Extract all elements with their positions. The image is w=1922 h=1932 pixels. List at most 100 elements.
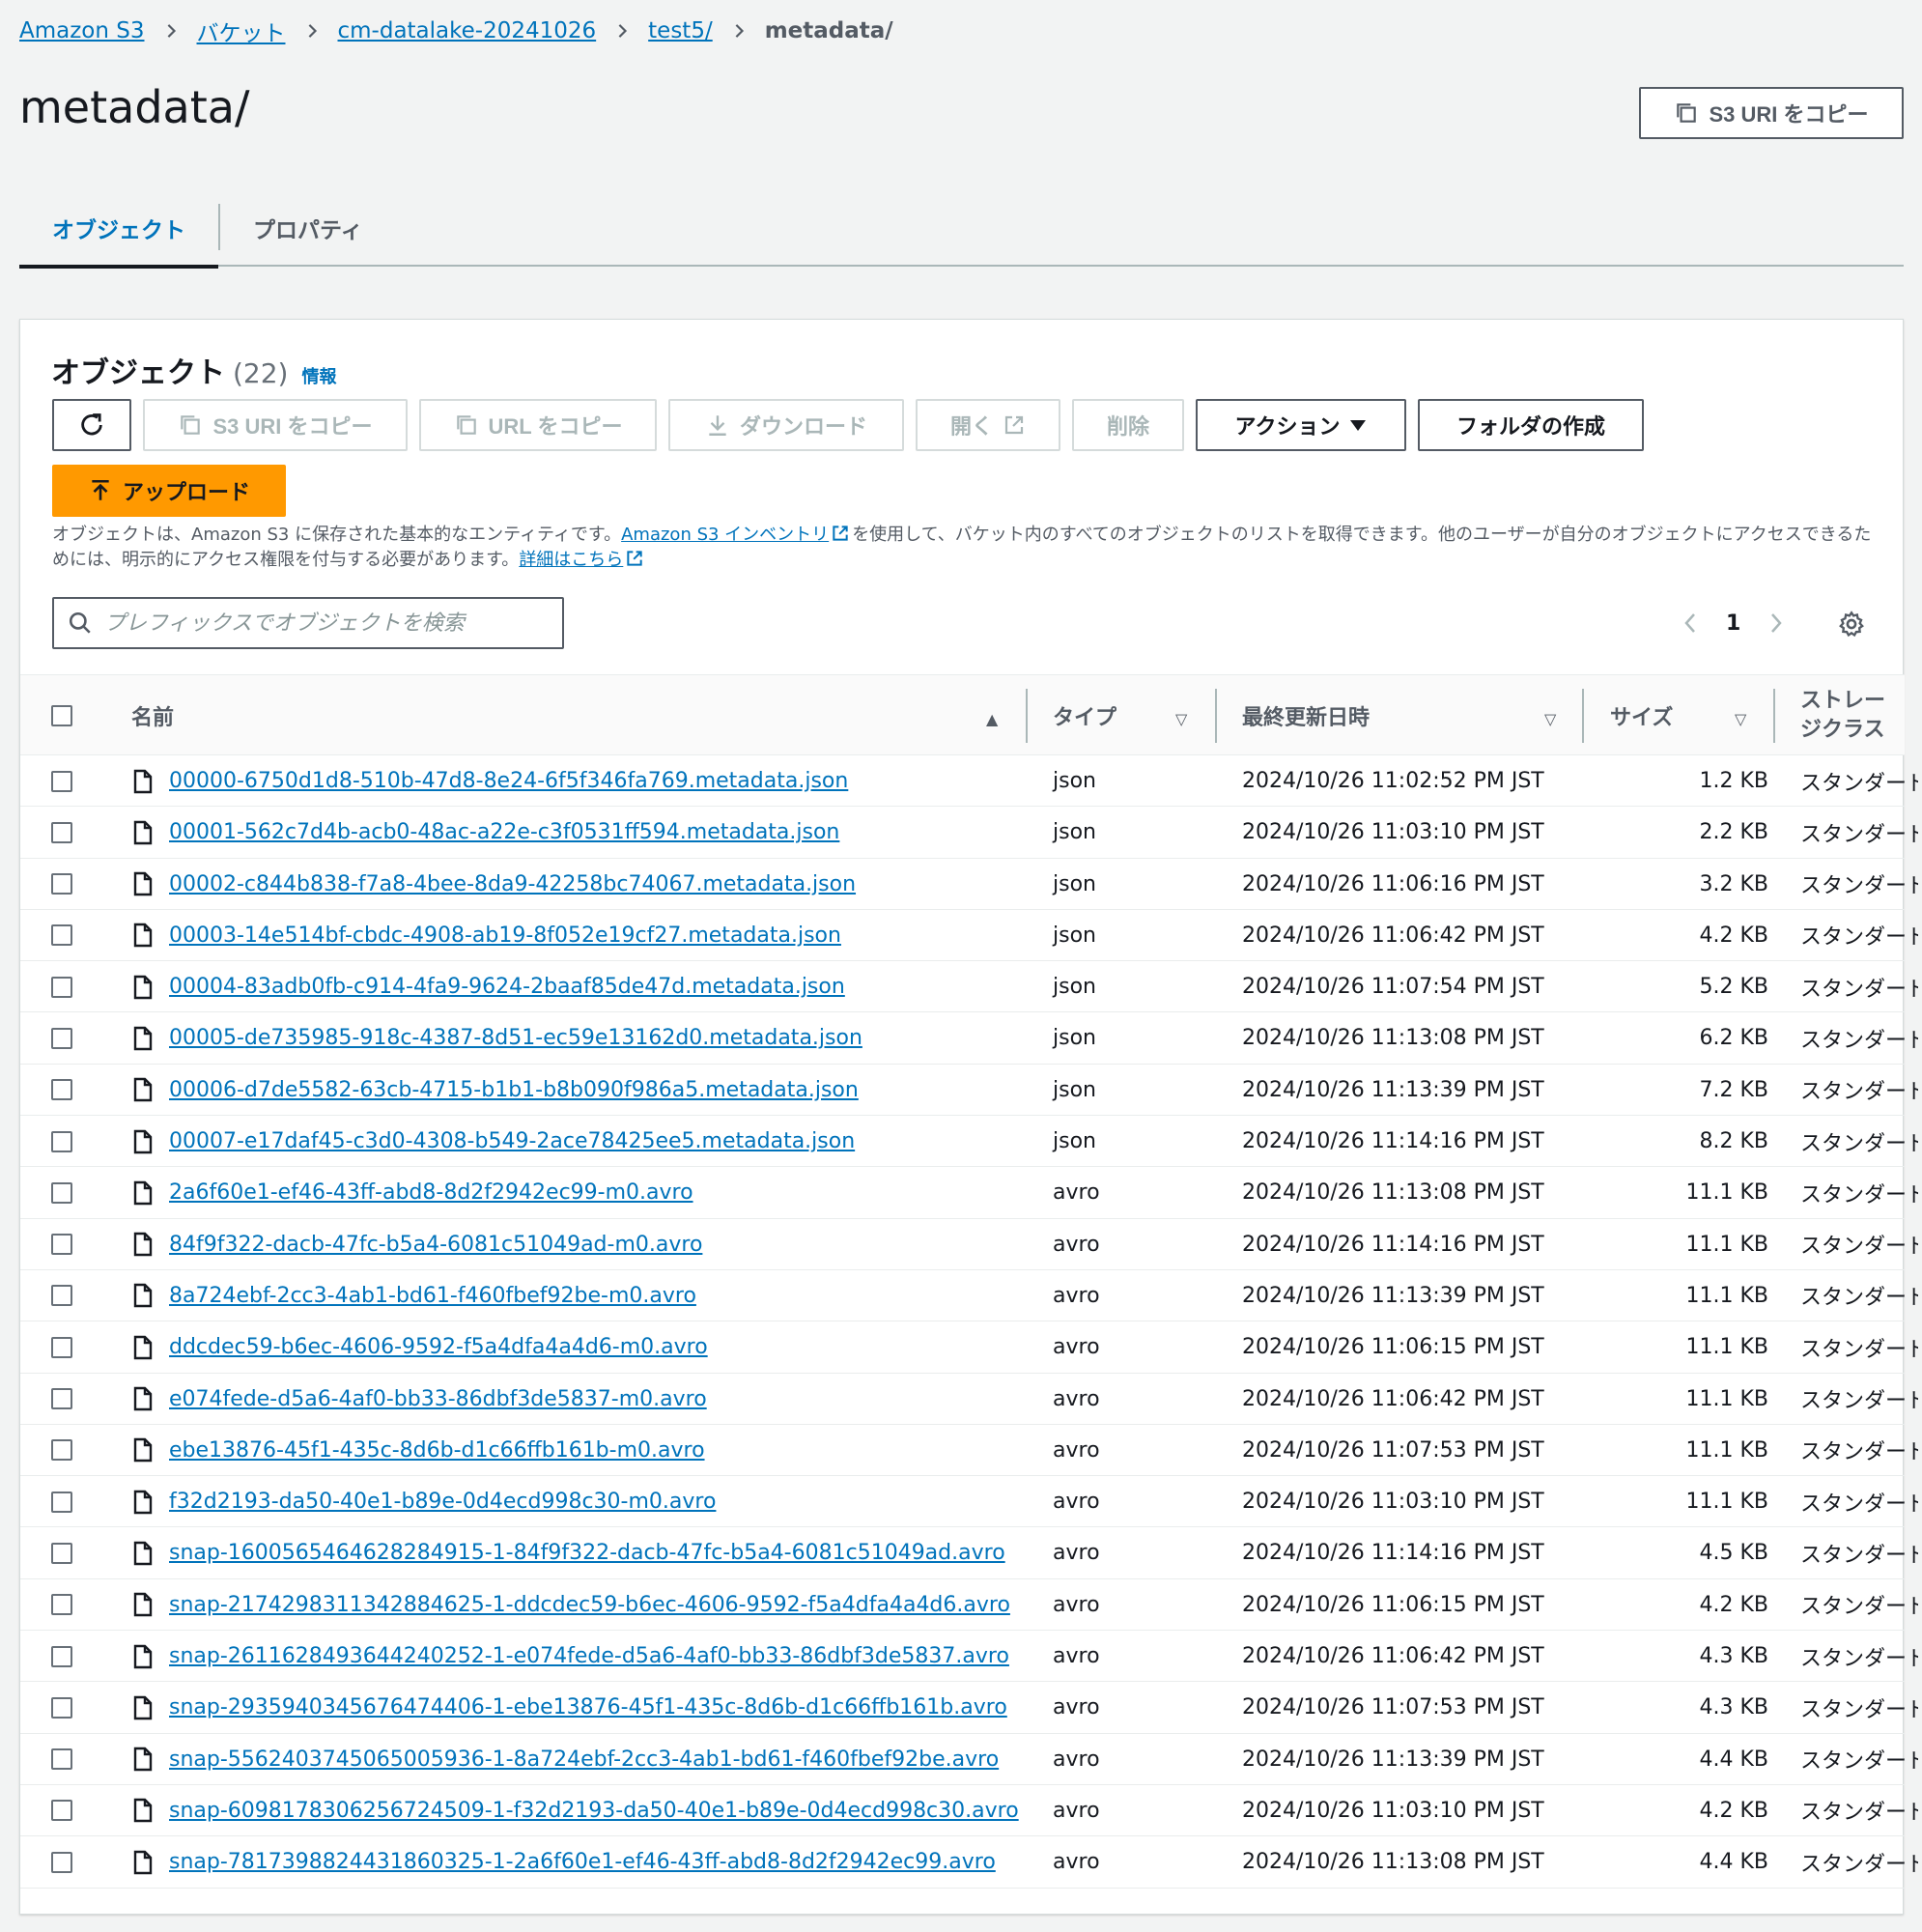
row-checkbox[interactable] — [51, 1542, 72, 1564]
object-name-link[interactable]: 00007-e17daf45-c3d0-4308-b549-2ace78425e… — [169, 1129, 855, 1153]
table-row[interactable]: snap-5562403745065005936-1-8a724ebf-2cc3… — [20, 1734, 1918, 1785]
upload-button[interactable]: アップロード — [52, 465, 286, 517]
row-checkbox[interactable] — [51, 976, 72, 998]
info-link[interactable]: 情報 — [301, 363, 336, 388]
row-checkbox[interactable] — [51, 1336, 72, 1358]
row-checkbox[interactable] — [51, 1079, 72, 1101]
row-checkbox[interactable] — [51, 1645, 72, 1667]
object-name-link[interactable]: snap-2611628493644240252-1-e074fede-d5a6… — [169, 1644, 1009, 1668]
row-checkbox[interactable] — [51, 1491, 72, 1513]
s3-inventory-link[interactable]: Amazon S3 インベントリ — [621, 525, 829, 545]
column-header-storage-class[interactable]: ストレー ジクラス — [1800, 675, 1885, 756]
create-folder-button[interactable]: フォルダの作成 — [1418, 399, 1644, 451]
table-row[interactable]: snap-6098178306256724509-1-f32d2193-da50… — [20, 1785, 1918, 1837]
table-row[interactable]: 00005-de735985-918c-4387-8d51-ec59e13162… — [20, 1012, 1918, 1065]
row-checkbox[interactable] — [51, 1130, 72, 1152]
copy-url-button[interactable]: URL をコピー — [419, 399, 657, 451]
refresh-button[interactable] — [52, 399, 131, 451]
copy-s3-uri-toolbar-button[interactable]: S3 URI をコピー — [143, 399, 408, 451]
object-name-link[interactable]: f32d2193-da50-40e1-b89e-0d4ecd998c30-m0.… — [169, 1490, 716, 1514]
row-checkbox[interactable] — [51, 1388, 72, 1410]
object-name-link[interactable]: 00000-6750d1d8-510b-47d8-8e24-6f5f346fa7… — [169, 769, 848, 793]
row-checkbox[interactable] — [51, 924, 72, 947]
column-header-type[interactable]: タイプ — [1053, 675, 1116, 756]
table-row[interactable]: 2a6f60e1-ef46-43ff-abd8-8d2f2942ec99-m0.… — [20, 1167, 1918, 1219]
table-row[interactable]: 00004-83adb0fb-c914-4fa9-9624-2baaf85de4… — [20, 961, 1918, 1013]
table-row[interactable]: e074fede-d5a6-4af0-bb33-86dbf3de5837-m0.… — [20, 1374, 1918, 1425]
object-name-link[interactable]: snap-2935940345676474406-1-ebe13876-45f1… — [169, 1695, 1007, 1719]
sort-ascending-icon[interactable]: ▲ — [986, 710, 998, 728]
row-checkbox[interactable] — [51, 1851, 72, 1873]
table-row[interactable]: snap-2611628493644240252-1-e074fede-d5a6… — [20, 1631, 1918, 1683]
gear-icon[interactable] — [1838, 611, 1865, 638]
tab-objects[interactable]: オブジェクト — [19, 189, 218, 269]
chevron-left-icon[interactable] — [1682, 612, 1699, 634]
object-name-link[interactable]: snap-2174298311342884625-1-ddcdec59-b6ec… — [169, 1593, 1010, 1617]
object-name-link[interactable]: snap-7817398824431860325-1-2a6f60e1-ef46… — [169, 1850, 996, 1874]
row-checkbox[interactable] — [51, 1027, 72, 1049]
row-checkbox[interactable] — [51, 1234, 72, 1256]
object-name-link[interactable]: 00001-562c7d4b-acb0-48ac-a22e-c3f0531ff5… — [169, 820, 839, 844]
table-row[interactable]: snap-2174298311342884625-1-ddcdec59-b6ec… — [20, 1579, 1918, 1632]
table-row[interactable]: 8a724ebf-2cc3-4ab1-bd61-f460fbef92be-m0.… — [20, 1270, 1918, 1322]
select-all-checkbox[interactable] — [51, 705, 72, 726]
learn-more-link[interactable]: 詳細はこちら — [519, 550, 623, 570]
row-checkbox[interactable] — [51, 1748, 72, 1771]
breadcrumb-amazon-s3[interactable]: Amazon S3 — [19, 18, 145, 43]
table-row[interactable]: 00000-6750d1d8-510b-47d8-8e24-6f5f346fa7… — [20, 755, 1918, 808]
row-checkbox[interactable] — [51, 1594, 72, 1616]
table-row[interactable]: 00003-14e514bf-cbdc-4908-ab19-8f052e19cf… — [20, 910, 1918, 962]
table-row[interactable]: 84f9f322-dacb-47fc-b5a4-6081c51049ad-m0.… — [20, 1219, 1918, 1270]
object-name-link[interactable]: 00003-14e514bf-cbdc-4908-ab19-8f052e19cf… — [169, 923, 841, 948]
row-checkbox[interactable] — [51, 873, 72, 895]
object-name-link[interactable]: ebe13876-45f1-435c-8d6b-d1c66ffb161b-m0.… — [169, 1438, 705, 1463]
table-row[interactable]: ddcdec59-b6ec-4606-9592-f5a4dfa4a4d6-m0.… — [20, 1321, 1918, 1374]
row-checkbox[interactable] — [51, 1696, 72, 1719]
sort-icon[interactable]: ▽ — [1544, 710, 1556, 728]
sort-icon[interactable]: ▽ — [1735, 710, 1746, 728]
actions-dropdown[interactable]: アクション — [1196, 399, 1406, 451]
row-checkbox[interactable] — [51, 770, 72, 792]
object-name-link[interactable]: snap-5562403745065005936-1-8a724ebf-2cc3… — [169, 1747, 999, 1772]
table-row[interactable]: 00007-e17daf45-c3d0-4308-b549-2ace78425e… — [20, 1116, 1918, 1168]
table-row[interactable]: 00002-c844b838-f7a8-4bee-8da9-42258bc740… — [20, 859, 1918, 910]
row-checkbox[interactable] — [51, 1439, 72, 1462]
copy-s3-uri-button[interactable]: S3 URI をコピー — [1639, 87, 1904, 139]
object-name-link[interactable]: snap-6098178306256724509-1-f32d2193-da50… — [169, 1799, 1019, 1823]
row-checkbox[interactable] — [51, 1800, 72, 1822]
open-button[interactable]: 開く — [916, 399, 1060, 451]
object-name-link[interactable]: 2a6f60e1-ef46-43ff-abd8-8d2f2942ec99-m0.… — [169, 1180, 693, 1205]
row-checkbox[interactable] — [51, 821, 72, 843]
breadcrumb-bucket[interactable]: cm-datalake-20241026 — [338, 18, 597, 43]
object-name-link[interactable]: snap-1600565464628284915-1-84f9f322-dacb… — [169, 1541, 1005, 1565]
tab-properties[interactable]: プロパティ — [220, 189, 396, 267]
search-input[interactable] — [104, 611, 529, 636]
chevron-right-icon[interactable] — [1767, 612, 1785, 634]
table-row[interactable]: snap-7817398824431860325-1-2a6f60e1-ef46… — [20, 1836, 1918, 1889]
table-row[interactable]: 00006-d7de5582-63cb-4715-b1b1-b8b090f986… — [20, 1065, 1918, 1117]
column-header-modified[interactable]: 最終更新日時 — [1242, 675, 1370, 756]
table-row[interactable]: snap-1600565464628284915-1-84f9f322-dacb… — [20, 1527, 1918, 1579]
object-name-link[interactable]: 84f9f322-dacb-47fc-b5a4-6081c51049ad-m0.… — [169, 1233, 702, 1257]
object-name-link[interactable]: 00004-83adb0fb-c914-4fa9-9624-2baaf85de4… — [169, 975, 845, 999]
object-name-link[interactable]: 8a724ebf-2cc3-4ab1-bd61-f460fbef92be-m0.… — [169, 1284, 696, 1308]
object-name-link[interactable]: e074fede-d5a6-4af0-bb33-86dbf3de5837-m0.… — [169, 1387, 707, 1411]
row-checkbox[interactable] — [51, 1285, 72, 1307]
table-row[interactable]: f32d2193-da50-40e1-b89e-0d4ecd998c30-m0.… — [20, 1476, 1918, 1528]
delete-button[interactable]: 削除 — [1072, 399, 1184, 451]
column-header-name[interactable]: 名前 — [131, 675, 174, 756]
table-row[interactable]: snap-2935940345676474406-1-ebe13876-45f1… — [20, 1682, 1918, 1734]
object-name-link[interactable]: 00006-d7de5582-63cb-4715-b1b1-b8b090f986… — [169, 1078, 859, 1102]
table-row[interactable]: 00001-562c7d4b-acb0-48ac-a22e-c3f0531ff5… — [20, 807, 1918, 859]
breadcrumb-buckets[interactable]: バケット — [197, 14, 286, 47]
download-button[interactable]: ダウンロード — [668, 399, 904, 451]
row-checkbox[interactable] — [51, 1181, 72, 1204]
column-header-size[interactable]: サイズ — [1610, 675, 1673, 756]
sort-icon[interactable]: ▽ — [1175, 710, 1187, 728]
object-name-link[interactable]: ddcdec59-b6ec-4606-9592-f5a4dfa4a4d6-m0.… — [169, 1335, 708, 1359]
object-name-link[interactable]: 00005-de735985-918c-4387-8d51-ec59e13162… — [169, 1026, 862, 1050]
page-number[interactable]: 1 — [1726, 611, 1740, 636]
breadcrumb-folder-test5[interactable]: test5/ — [648, 18, 713, 43]
object-name-link[interactable]: 00002-c844b838-f7a8-4bee-8da9-42258bc740… — [169, 872, 856, 896]
table-row[interactable]: ebe13876-45f1-435c-8d6b-d1c66ffb161b-m0.… — [20, 1425, 1918, 1477]
